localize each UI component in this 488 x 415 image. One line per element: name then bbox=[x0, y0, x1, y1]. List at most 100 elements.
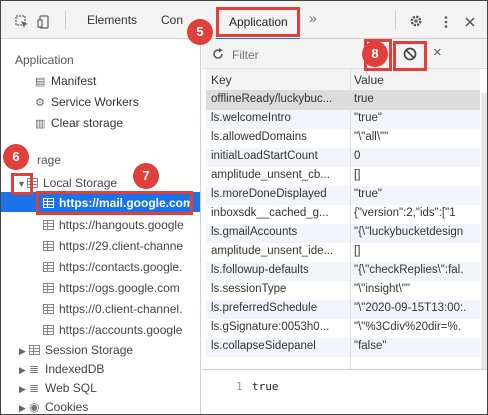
key-cell: ls.moreDoneDisplayed bbox=[211, 188, 327, 200]
value-cell: true bbox=[354, 93, 374, 105]
key-cell: ls.followup-defaults bbox=[211, 264, 309, 276]
expand-triangle-icon[interactable]: ▶ bbox=[19, 403, 29, 414]
key-cell: amplitude_unsent_cb... bbox=[211, 169, 330, 181]
origin-item[interactable]: https://hangouts.google bbox=[43, 218, 184, 232]
table-row[interactable]: ls.sessionType "\"insight\"" bbox=[206, 281, 480, 300]
origin-item[interactable]: https://contacts.google. bbox=[43, 260, 182, 274]
key-cell: initialLoadStartCount bbox=[211, 150, 318, 162]
sidebar-item-web-sql[interactable]: ▶ ≣ Web SQL bbox=[19, 381, 97, 395]
cookie-icon: ◉ bbox=[29, 400, 40, 414]
device-toolbar-icon[interactable] bbox=[37, 15, 51, 29]
expand-triangle-icon[interactable]: ▶ bbox=[19, 346, 29, 357]
callout-badge-8: 8 bbox=[362, 41, 388, 67]
table-scrollbar[interactable] bbox=[481, 93, 487, 383]
close-devtools-icon[interactable] bbox=[463, 15, 477, 29]
table-row[interactable]: ls.allowedDomains "\"all\"" bbox=[206, 129, 480, 148]
sidebar-item-label: Manifest bbox=[51, 74, 97, 88]
sidebar-item-cookies[interactable]: ▶ ◉ Cookies bbox=[19, 400, 88, 414]
toolbar-divider bbox=[65, 11, 66, 29]
value-cell: "false" bbox=[354, 340, 387, 352]
table-row[interactable]: inboxsdk__cached_g... {"version":2,"ids":… bbox=[206, 205, 480, 224]
value-cell: "\"%3Cdiv%20dir=%. bbox=[354, 321, 461, 333]
expand-triangle-icon[interactable]: ▶ bbox=[19, 365, 29, 376]
sidebar-item-manifest[interactable]: ▤ Manifest bbox=[35, 74, 96, 88]
storage-grid-icon bbox=[43, 220, 54, 230]
table-row[interactable]: ls.followup-defaults "{\"checkReplies\":f… bbox=[206, 262, 480, 281]
table-header: Key Value bbox=[206, 69, 480, 91]
table-row[interactable]: offlineReady/luckybuc... true bbox=[206, 91, 480, 110]
kebab-menu-icon[interactable] bbox=[439, 15, 453, 29]
value-preview-pane: 1 true bbox=[202, 369, 487, 414]
key-cell: ls.allowedDomains bbox=[211, 131, 307, 143]
tab-console[interactable]: Con bbox=[161, 13, 183, 27]
tab-application[interactable]: Application bbox=[216, 7, 300, 40]
callout-box-origin bbox=[36, 191, 193, 215]
value-cell: "{\"luckybucketdesign bbox=[354, 226, 464, 238]
key-cell: ls.collapseSidepanel bbox=[211, 340, 316, 352]
callout-badge-7: 7 bbox=[133, 163, 159, 189]
storage-grid-icon bbox=[43, 283, 54, 293]
sidebar-item-indexeddb[interactable]: ▶ ≣ IndexedDB bbox=[19, 362, 104, 376]
table-row[interactable]: ls.preferredSchedule "\"2020-09-15T13:00:… bbox=[206, 300, 480, 319]
storage-grid-icon bbox=[43, 325, 54, 335]
column-header-key[interactable]: Key bbox=[211, 73, 232, 87]
document-icon: ▤ bbox=[35, 76, 46, 88]
storage-grid-icon bbox=[43, 241, 54, 251]
delete-selected-icon[interactable]: × bbox=[433, 44, 442, 61]
sidebar-item-label: Cookies bbox=[45, 400, 89, 414]
value-cell: "true" bbox=[354, 112, 382, 124]
key-cell: inboxsdk__cached_g... bbox=[211, 207, 329, 219]
value-cell: "true" bbox=[354, 188, 382, 200]
table-row[interactable]: initialLoadStartCount 0 bbox=[206, 148, 480, 167]
more-tabs-icon[interactable]: » bbox=[309, 10, 317, 26]
sidebar-item-session-storage[interactable]: ▶ Session Storage bbox=[19, 343, 133, 357]
value-cell: "{\"checkReplies\":fal. bbox=[354, 264, 464, 276]
origin-label: https://accounts.google bbox=[59, 323, 183, 337]
column-header-value[interactable]: Value bbox=[354, 73, 384, 87]
origin-item[interactable]: https://29.client-channe bbox=[43, 239, 183, 253]
origin-item[interactable]: https://ogs.google.com bbox=[43, 281, 180, 295]
refresh-icon[interactable] bbox=[211, 47, 225, 61]
storage-panel: × Key Value offlineReady/luckybuc... true… bbox=[202, 39, 487, 414]
sidebar-item-label: Session Storage bbox=[45, 343, 134, 357]
value-cell: "\"2020-09-15T13:00:. bbox=[354, 302, 467, 314]
table-row[interactable]: ls.welcomeIntro "true" bbox=[206, 110, 480, 129]
origin-item[interactable]: https://0.client-channel. bbox=[43, 302, 182, 316]
devtools-toolbar: Elements Con Application » bbox=[1, 1, 487, 40]
database-icon: ≣ bbox=[29, 381, 40, 395]
expand-triangle-icon[interactable]: ▶ bbox=[19, 384, 29, 395]
application-sidebar: Application ▤ Manifest ⚙ Service Workers ▥… bbox=[1, 39, 201, 414]
tab-elements[interactable]: Elements bbox=[87, 13, 137, 27]
table-row[interactable]: ls.moreDoneDisplayed "true" bbox=[206, 186, 480, 205]
table-row[interactable]: ls.gmailAccounts "{\"luckybucketdesign bbox=[206, 224, 480, 243]
trash-icon: ▥ bbox=[35, 118, 46, 130]
table-row[interactable]: amplitude_unsent_ide... [] bbox=[206, 243, 480, 262]
callout-box-expand bbox=[11, 173, 33, 195]
key-cell: ls.sessionType bbox=[211, 283, 287, 295]
origin-label: https://contacts.google. bbox=[59, 260, 183, 274]
preview-value: true bbox=[252, 380, 279, 393]
sidebar-item-label: Local Storage bbox=[43, 176, 118, 190]
inspect-element-icon[interactable] bbox=[15, 15, 29, 29]
callout-badge-5: 5 bbox=[187, 19, 213, 45]
gear-icon: ⚙ bbox=[35, 97, 45, 109]
table-row[interactable]: ls.gSignature:0053h0... "\"%3Cdiv%20dir=%… bbox=[206, 319, 480, 338]
origin-label: https://ogs.google.com bbox=[59, 281, 180, 295]
database-icon: ≣ bbox=[29, 362, 40, 376]
key-cell: ls.preferredSchedule bbox=[211, 302, 318, 314]
sidebar-item-clear-storage[interactable]: ▥ Clear storage bbox=[35, 116, 123, 130]
sidebar-item-service-workers[interactable]: ⚙ Service Workers bbox=[35, 95, 139, 109]
sidebar-item-label: IndexedDB bbox=[45, 362, 105, 376]
sidebar-item-label: Web SQL bbox=[45, 381, 97, 395]
filter-bar: × bbox=[202, 39, 487, 69]
key-cell: ls.welcomeIntro bbox=[211, 112, 291, 124]
storage-grid-icon bbox=[29, 345, 40, 355]
section-title-application: Application bbox=[15, 53, 74, 67]
value-cell: 0 bbox=[354, 150, 361, 162]
table-row[interactable]: amplitude_unsent_cb... [] bbox=[206, 167, 480, 186]
settings-gear-icon[interactable] bbox=[409, 14, 423, 28]
table-row[interactable]: ls.collapseSidepanel "false" bbox=[206, 338, 480, 357]
origin-item[interactable]: https://accounts.google bbox=[43, 323, 182, 337]
filter-input[interactable] bbox=[232, 47, 372, 63]
column-divider bbox=[350, 69, 351, 373]
